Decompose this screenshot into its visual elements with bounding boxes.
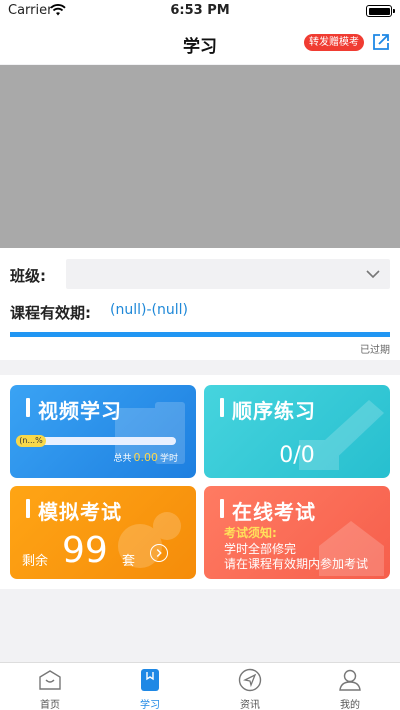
card-title-marker bbox=[26, 499, 30, 518]
share-icon[interactable] bbox=[371, 32, 391, 52]
mock-remaining-unit: 套 bbox=[122, 554, 136, 569]
tab-home[interactable]: 首页 bbox=[0, 663, 100, 710]
video-total-hours: 总共 0.00 学时 bbox=[113, 451, 178, 464]
online-exam-card[interactable]: 在线考试 考试须知: 学时全部修完 请在课程有效期内参加考试 bbox=[204, 486, 390, 579]
tab-bar: 首页 学习 资讯 我的 bbox=[0, 662, 400, 710]
card-title-marker bbox=[220, 398, 224, 417]
class-select[interactable] bbox=[66, 259, 390, 289]
video-total-prefix: 总共 bbox=[113, 454, 132, 464]
tab-news-label: 资讯 bbox=[240, 700, 260, 710]
chevron-down-icon bbox=[366, 270, 380, 279]
video-progress-label: (n...% bbox=[16, 435, 46, 447]
tab-profile-label: 我的 bbox=[340, 700, 360, 710]
status-bar: Carrier 6:53 PM bbox=[0, 0, 400, 22]
user-icon bbox=[339, 669, 361, 691]
chevron-right-icon[interactable] bbox=[150, 544, 168, 562]
tab-home-label: 首页 bbox=[40, 700, 60, 710]
video-total-suffix: 学时 bbox=[159, 454, 178, 464]
home-icon bbox=[39, 670, 61, 690]
mock-remaining-prefix: 剩余 bbox=[22, 554, 49, 569]
validity-progress-fill bbox=[10, 332, 390, 337]
video-study-card[interactable]: 视频学习 (n...% 总共 0.00 学时 bbox=[10, 385, 196, 478]
video-study-title: 视频学习 bbox=[38, 399, 122, 423]
online-exam-title: 在线考试 bbox=[232, 500, 316, 524]
share-promo-button[interactable]: 转发赠模考 bbox=[304, 34, 364, 51]
sequence-count: 0/0 bbox=[279, 443, 315, 468]
mock-exam-title: 模拟考试 bbox=[38, 500, 122, 524]
exam-notice-line: 请在课程有效期内参加考试 bbox=[224, 557, 369, 571]
bookmark-icon bbox=[141, 669, 159, 691]
tab-profile[interactable]: 我的 bbox=[300, 663, 400, 710]
validity-progress-bar bbox=[10, 332, 390, 337]
sequence-practice-card[interactable]: 顺序练习 0/0 bbox=[204, 385, 390, 478]
course-info-section: 班级: 课程有效期: (null)-(null) 已过期 bbox=[0, 248, 400, 360]
banner-image[interactable] bbox=[0, 65, 400, 248]
validity-value: (null)-(null) bbox=[110, 302, 188, 318]
video-total-value: 0.00 bbox=[133, 451, 158, 464]
tab-study[interactable]: 学习 bbox=[100, 663, 200, 710]
compass-icon bbox=[238, 668, 262, 692]
card-title-marker bbox=[220, 499, 224, 518]
tab-news[interactable]: 资讯 bbox=[200, 663, 300, 710]
tab-study-label: 学习 bbox=[140, 700, 160, 710]
status-time: 6:53 PM bbox=[170, 3, 230, 18]
nav-bar: 学习 转发赠模考 bbox=[0, 22, 400, 64]
battery-icon bbox=[366, 5, 395, 17]
mock-exam-card[interactable]: 模拟考试 剩余 99 套 bbox=[10, 486, 196, 579]
validity-label: 课程有效期: bbox=[10, 304, 91, 322]
study-cards: 视频学习 (n...% 总共 0.00 学时 顺序练习 0/0 模拟考试 剩余 99… bbox=[0, 375, 400, 589]
class-label: 班级: bbox=[10, 267, 46, 285]
validity-status: 已过期 bbox=[360, 345, 390, 356]
exam-notice-title: 考试须知: bbox=[224, 526, 277, 540]
card-title-marker bbox=[26, 398, 30, 417]
mock-remaining-count: 99 bbox=[62, 530, 108, 571]
sequence-practice-title: 顺序练习 bbox=[232, 399, 316, 423]
